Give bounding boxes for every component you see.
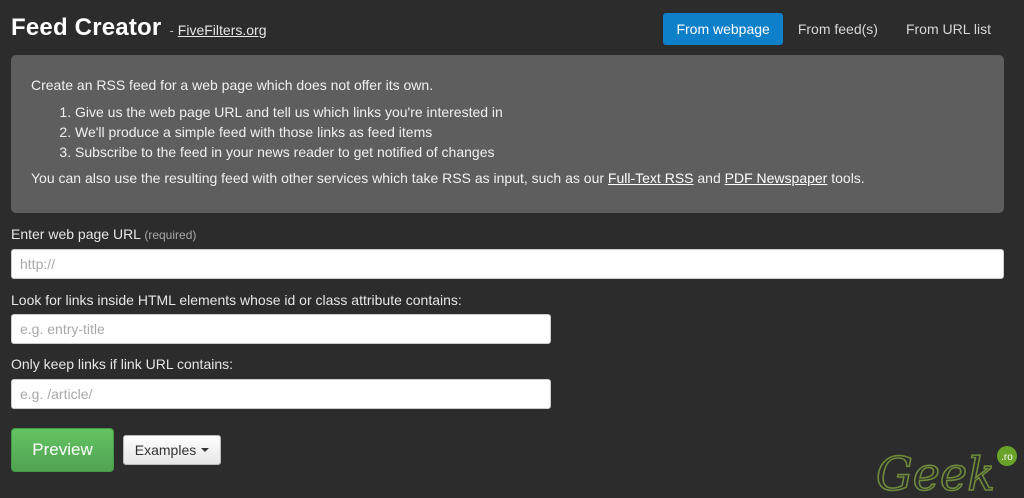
tab-from-webpage[interactable]: From webpage xyxy=(663,13,783,45)
url-field-label: Enter web page URL (required) xyxy=(11,226,196,242)
info-intro: Create an RSS feed for a web page which … xyxy=(31,77,434,93)
caret-down-icon xyxy=(201,448,210,452)
url-filter-input[interactable] xyxy=(11,379,551,409)
element-filter-input[interactable] xyxy=(11,314,551,344)
required-hint: (required) xyxy=(144,228,197,242)
examples-label: Examples xyxy=(134,442,197,458)
tab-from-feeds[interactable]: From feed(s) xyxy=(785,13,891,45)
outro-and: and xyxy=(693,170,725,186)
keep-field-label: Only keep links if link URL contains: xyxy=(11,356,234,372)
examples-dropdown-button[interactable]: Examples xyxy=(123,435,221,465)
tab-from-url-list[interactable]: From URL list xyxy=(893,13,1004,45)
url-label-text: Enter web page URL xyxy=(11,226,141,242)
outro-suffix: tools. xyxy=(827,170,865,186)
pdf-newspaper-link[interactable]: PDF Newspaper xyxy=(725,170,828,186)
step-item: Give us the web page URL and tell us whi… xyxy=(75,102,1004,122)
title-separator: - xyxy=(169,23,174,38)
logo-badge-text: .ro xyxy=(1001,452,1013,463)
header: Feed Creator - FiveFilters.org xyxy=(11,14,266,46)
step-item: We'll produce a simple feed with those l… xyxy=(75,122,1004,142)
preview-button[interactable]: Preview xyxy=(11,428,114,472)
mode-tabs: From webpage From feed(s) From URL list xyxy=(661,13,1004,45)
page-title: Feed Creator xyxy=(11,14,162,41)
info-outro: You can also use the resulting feed with… xyxy=(31,170,1004,186)
outro-prefix: You can also use the resulting feed with… xyxy=(31,170,608,186)
element-field-label: Look for links inside HTML elements whos… xyxy=(11,292,462,308)
geek-logo-text: Geek xyxy=(876,447,995,496)
step-item: Subscribe to the feed in your news reade… xyxy=(75,142,1004,162)
info-box: Create an RSS feed for a web page which … xyxy=(11,55,1004,213)
geek-logo-watermark: Geek .ro xyxy=(875,446,1017,496)
full-text-rss-link[interactable]: Full-Text RSS xyxy=(608,170,694,186)
url-input[interactable] xyxy=(11,249,1004,279)
steps-list: Give us the web page URL and tell us whi… xyxy=(31,102,1004,162)
fivefilters-link[interactable]: FiveFilters.org xyxy=(178,22,267,38)
